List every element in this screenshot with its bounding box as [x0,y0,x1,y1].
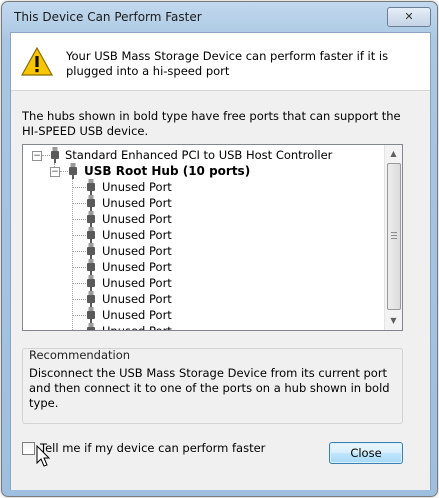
grip-line [391,235,397,236]
tree-node-port[interactable]: Unused Port [102,195,172,211]
close-button[interactable]: Close [329,442,403,464]
grip-line [391,232,397,233]
tree-node-port[interactable]: Unused Port [102,179,172,195]
scrollbar-thumb[interactable] [387,163,401,310]
tree-node-controller[interactable]: Standard Enhanced PCI to USB Host Contro… [65,147,332,163]
usb-port-icon [87,243,95,259]
tree-node-port[interactable]: Unused Port [102,211,172,227]
tree-connector [73,315,86,316]
scroll-down-arrow-icon[interactable]: ▼ [389,316,398,325]
tree-connector [60,171,68,172]
tree-scrollbar[interactable]: ▲ ▼ [384,145,402,330]
usb-port-icon [87,195,95,211]
usb-hub-icon [69,163,77,179]
usb-port-icon [87,227,95,243]
recommendation-text: Disconnect the USB Mass Storage Device f… [29,366,390,410]
grip-line [391,238,397,239]
message-band: Your USB Mass Storage Device can perform… [11,33,430,89]
root-expander[interactable]: − [32,151,42,161]
tree-node-port[interactable]: Unused Port [102,291,172,307]
usb-port-icon [87,323,95,330]
dialog-window: This Device Can Perform Faster ✕ Your US… [1,1,438,497]
usb-port-icon [87,211,95,227]
usb-controller-icon [51,147,59,163]
hub-expander[interactable]: − [50,167,60,177]
usb-port-icon [87,275,95,291]
mouse-cursor-icon [36,445,51,467]
notify-checkbox-label[interactable]: Tell me if my device can perform faster [40,441,265,455]
scroll-up-arrow-icon[interactable]: ▲ [389,149,398,158]
recommendation-group: Recommendation Disconnect the USB Mass S… [22,348,403,424]
warning-icon [20,46,54,77]
tree-connector [73,251,86,252]
tree-node-port[interactable]: Unused Port [102,323,172,330]
dialog-content: Your USB Mass Storage Device can perform… [10,32,431,490]
tree-node-port[interactable]: Unused Port [102,275,172,291]
window-title: This Device Can Perform Faster [14,10,202,24]
tree-connector [73,235,86,236]
tree-items: − Standard Enhanced PCI to USB Host Cont… [23,145,378,330]
tree-connector [73,299,86,300]
tree-connector [73,267,86,268]
dialog-body: The hubs shown in bold type have free po… [11,90,430,490]
tree-node-port[interactable]: Unused Port [102,243,172,259]
usb-port-icon [87,291,95,307]
tree-connector [73,203,86,204]
tree-node-port[interactable]: Unused Port [102,227,172,243]
tree-node-hub[interactable]: USB Root Hub (10 ports) [84,163,250,179]
usb-port-icon [87,179,95,195]
tree-node-port[interactable]: Unused Port [102,307,172,323]
tree-connector [73,219,86,220]
tree-connector [73,283,86,284]
window-close-button[interactable]: ✕ [387,7,431,27]
usb-port-icon [87,307,95,323]
tree-connector [73,187,86,188]
tree-node-port[interactable]: Unused Port [102,259,172,275]
tree-connector [72,179,73,330]
tree-connector [42,155,50,156]
recommendation-title: Recommendation [29,348,131,362]
title-bar[interactable]: This Device Can Perform Faster ✕ [2,2,437,32]
hubs-explanation: The hubs shown in bold type have free po… [22,109,401,138]
notify-checkbox[interactable] [22,442,35,455]
performance-message: Your USB Mass Storage Device can perform… [66,49,389,78]
usb-tree-view[interactable]: − Standard Enhanced PCI to USB Host Cont… [22,144,403,331]
usb-port-icon [87,259,95,275]
